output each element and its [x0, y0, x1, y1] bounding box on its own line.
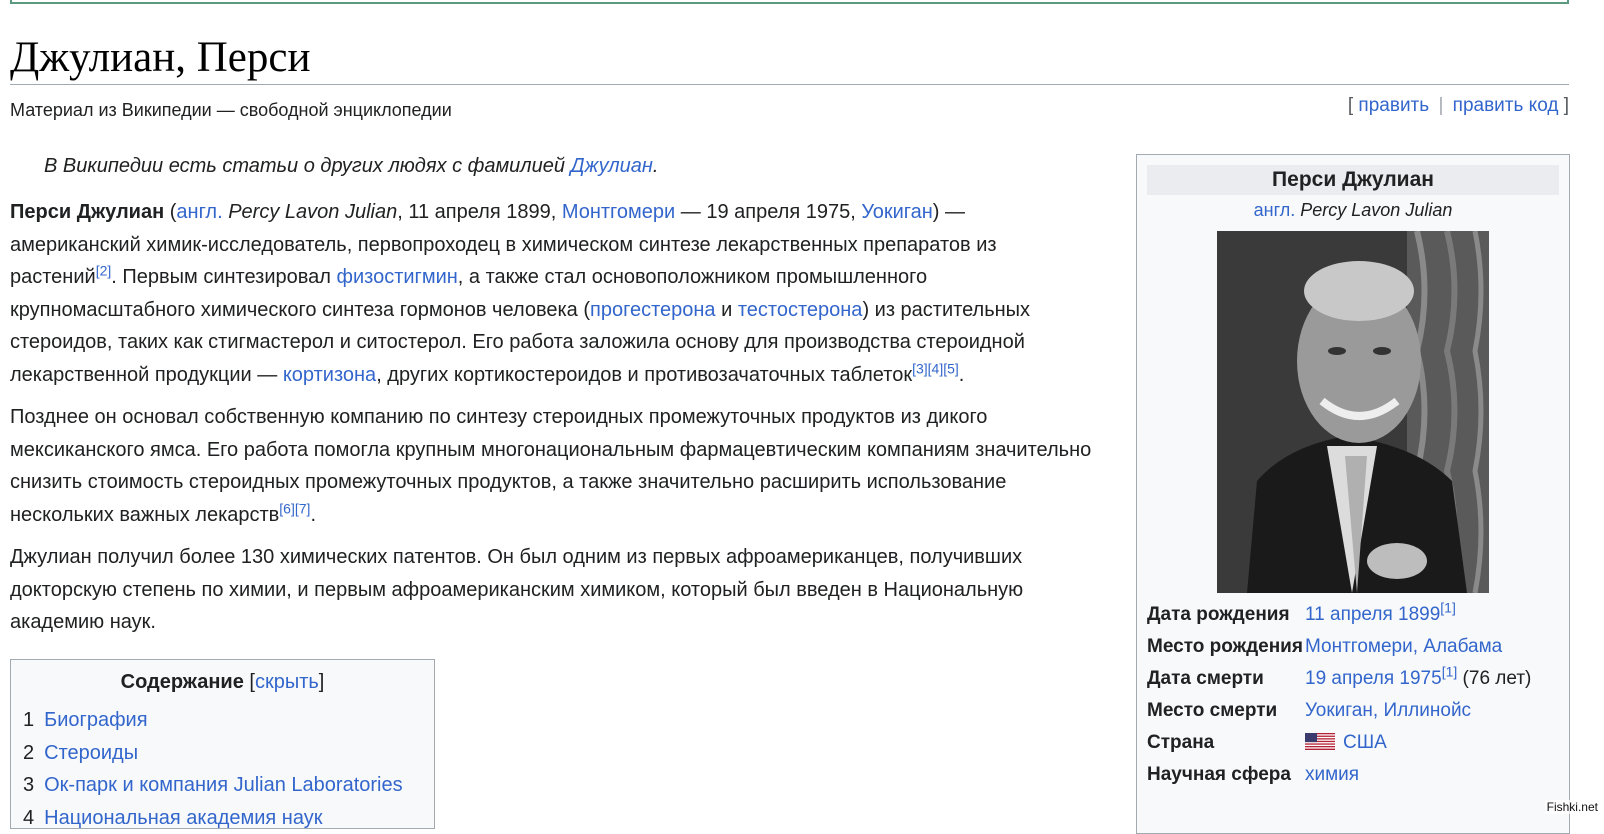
infobox-separator: ,	[1373, 700, 1384, 721]
intro-paragraph-2: Позднее он основал собственную компанию …	[10, 401, 1100, 531]
infobox-subtitle: англ. Percy Lavon Julian	[1137, 200, 1569, 221]
link-progesterone[interactable]: прогестерона	[590, 299, 716, 321]
intro-paragraph-3: Джулиан получил более 130 химических пат…	[10, 541, 1100, 639]
text-run: .	[959, 364, 965, 386]
infobox-value: 19 апреля 1975[1] (76 лет)	[1305, 665, 1567, 693]
link-testosterone[interactable]: тестостерона	[738, 299, 863, 321]
edit-bracket-open: [	[1348, 95, 1353, 116]
refs-6-7[interactable]: [6][7]	[279, 500, 310, 516]
toc-item[interactable]: 3 Ок-парк и компания Julian Laboratories	[23, 769, 434, 802]
infobox-separator: ,	[1413, 636, 1424, 657]
edit-bracket-close: ]	[1564, 95, 1569, 116]
toc-item[interactable]: 1 Биография	[23, 704, 434, 737]
edit-link[interactable]: править	[1358, 95, 1429, 116]
infobox-value: химия	[1305, 761, 1567, 789]
infobox-table: Дата рождения 11 апреля 1899[1] Место ро…	[1147, 601, 1567, 793]
toc-item-number: 2	[23, 742, 34, 764]
infobox-title: Перси Джулиан	[1147, 165, 1559, 195]
text-run: Позднее он основал собственную компанию …	[10, 406, 1091, 526]
infobox-label: Место смерти	[1147, 697, 1305, 725]
refs-3-4-5[interactable]: [3][4][5]	[912, 360, 959, 376]
top-notice-box	[10, 0, 1569, 4]
birth-date-link[interactable]: 11 апреля 1899	[1305, 604, 1440, 625]
infobox-label: Дата рождения	[1147, 601, 1305, 629]
age-at-death: (76 лет)	[1457, 668, 1531, 689]
hatnote-text: В Википедии есть статьи о других людях с…	[44, 155, 571, 177]
link-waukegan[interactable]: Уокиган	[861, 201, 932, 223]
toc-item-link[interactable]: Биография	[44, 709, 147, 731]
intro-paragraph-1: Перси Джулиан (англ. Percy Lavon Julian,…	[10, 196, 1100, 391]
infobox-row-death-date: Дата смерти 19 апреля 1975[1] (76 лет)	[1147, 665, 1567, 693]
edit-code-link[interactable]: править код	[1453, 95, 1559, 116]
infobox-label: Страна	[1147, 729, 1305, 757]
hatnote-link[interactable]: Джулиан	[571, 155, 653, 177]
ref-2[interactable]: [2]	[96, 262, 112, 278]
title-divider	[10, 84, 1569, 85]
infobox-value: 11 апреля 1899[1]	[1305, 601, 1567, 629]
infobox-lang-link[interactable]: англ.	[1254, 200, 1296, 220]
text-run: (	[164, 201, 176, 223]
infobox-row-death-place: Место смерти Уокиган, Иллинойс	[1147, 697, 1567, 725]
toc-item-number: 3	[23, 774, 34, 796]
article-body: Перси Джулиан (англ. Percy Lavon Julian,…	[10, 196, 1100, 649]
text-run: и	[716, 299, 738, 321]
lang-link[interactable]: англ.	[176, 201, 222, 223]
death-date-link[interactable]: 19 апреля 1975	[1305, 668, 1442, 689]
toc-item-number: 1	[23, 709, 34, 731]
infobox-row-field: Научная сфера химия	[1147, 761, 1567, 789]
portrait-photo[interactable]	[1217, 231, 1489, 593]
infobox-value: Монтгомери, Алабама	[1305, 633, 1567, 661]
death-date-ref[interactable]: [1]	[1442, 664, 1458, 680]
infobox-label: Дата смерти	[1147, 665, 1305, 693]
table-of-contents: Содержание [скрыть] 1 Биография 2 Стероиды…	[10, 659, 435, 829]
text-run: . Первым синтезировал	[111, 266, 336, 288]
subject-name: Перси Джулиан	[10, 201, 164, 223]
us-flag-icon[interactable]	[1305, 733, 1335, 750]
toc-item-link[interactable]: Ок-парк и компания Julian Laboratories	[44, 774, 402, 796]
toc-item[interactable]: 2 Стероиды	[23, 737, 434, 770]
link-cortisone[interactable]: кортизона	[283, 364, 376, 386]
text-run: , 11 апреля 1899,	[397, 201, 562, 223]
text-run: , других кортикостероидов и противозачат…	[376, 364, 912, 386]
toc-list: 1 Биография 2 Стероиды 3 Ок-парк и компания…	[11, 704, 434, 834]
toc-hide-toggle[interactable]: скрыть	[255, 671, 319, 693]
field-link[interactable]: химия	[1305, 764, 1359, 785]
birth-date-ref[interactable]: [1]	[1440, 600, 1456, 616]
toc-header: Содержание [скрыть]	[11, 671, 434, 694]
hatnote: В Википедии есть статьи о других людях с…	[44, 155, 658, 178]
edit-links: [ править | править код ]	[1348, 95, 1569, 117]
toc-title: Содержание	[121, 671, 244, 693]
infobox-value: Уокиган, Иллинойс	[1305, 697, 1567, 725]
infobox: Перси Джулиан англ. Percy Lavon Julian Д…	[1136, 154, 1570, 834]
infobox-label: Место рождения	[1147, 633, 1305, 661]
infobox-original-name: Percy Lavon Julian	[1300, 200, 1452, 220]
site-tagline: Материал из Википедии — свободной энцикл…	[10, 100, 452, 121]
death-place-city-link[interactable]: Уокиган	[1305, 700, 1373, 721]
infobox-row-birth-date: Дата рождения 11 апреля 1899[1]	[1147, 601, 1567, 629]
infobox-row-country: Страна США	[1147, 729, 1567, 757]
infobox-label: Научная сфера	[1147, 761, 1305, 789]
birth-place-city-link[interactable]: Монтгомери	[1305, 636, 1413, 657]
link-physostigmine[interactable]: физостигмин	[337, 266, 458, 288]
portrait-image	[1217, 231, 1489, 593]
birth-place-state-link[interactable]: Алабама	[1423, 636, 1502, 657]
watermark: Fishki.net	[1545, 800, 1600, 814]
text-run: .	[310, 504, 316, 526]
link-montgomery[interactable]: Монтгомери	[562, 201, 675, 223]
edit-separator: |	[1438, 95, 1443, 116]
original-name: Percy Lavon Julian	[228, 201, 397, 223]
toc-item-link[interactable]: Стероиды	[44, 742, 138, 764]
toc-bracket-close: ]	[319, 671, 325, 693]
country-link[interactable]: США	[1343, 732, 1387, 753]
hatnote-end: .	[653, 155, 659, 177]
infobox-row-birth-place: Место рождения Монтгомери, Алабама	[1147, 633, 1567, 661]
infobox-value: США	[1305, 729, 1567, 757]
text-run: — 19 апреля 1975,	[675, 201, 861, 223]
page-title: Джулиан, Перси	[10, 32, 310, 84]
death-place-state-link[interactable]: Иллинойс	[1383, 700, 1471, 721]
